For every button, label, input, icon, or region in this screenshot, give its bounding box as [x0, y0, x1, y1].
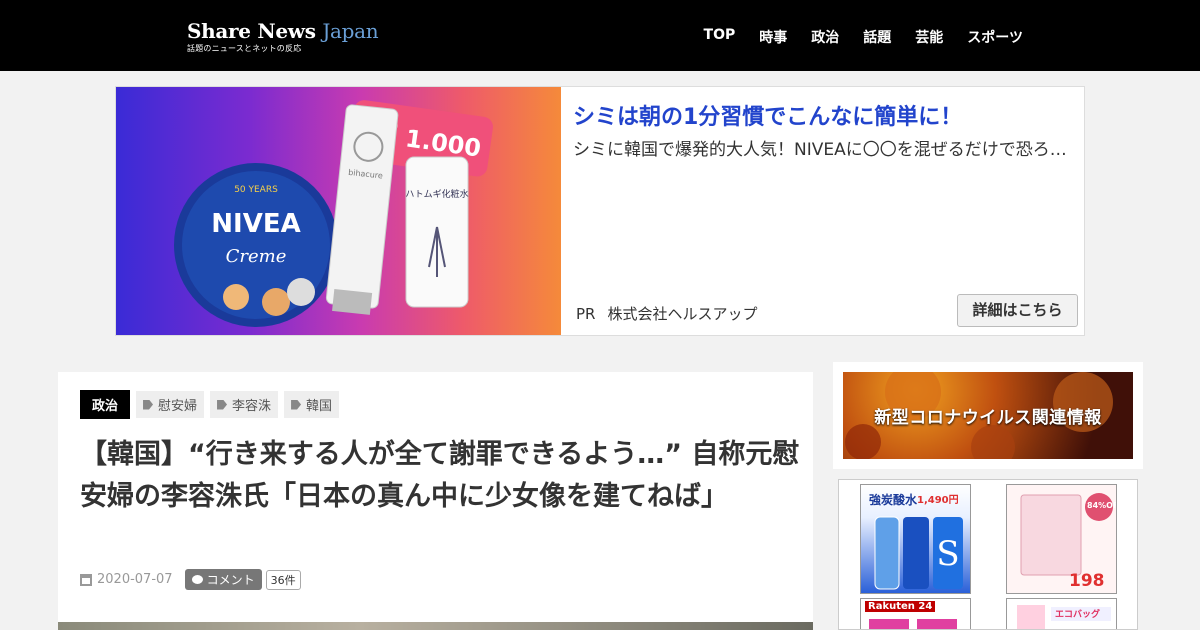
- water-bottle-icon: S: [874, 516, 963, 590]
- ad-details-button[interactable]: 詳細はこちら: [957, 294, 1078, 327]
- article-photo: [58, 622, 813, 630]
- svg-text:S: S: [936, 534, 959, 574]
- tag-icon: [143, 399, 154, 410]
- nav-entertainment[interactable]: 芸能: [915, 27, 943, 47]
- nav-current-affairs[interactable]: 時事: [759, 27, 787, 47]
- tag-item[interactable]: 李容洙: [210, 391, 279, 418]
- advertiser-name: 株式会社ヘルスアップ: [607, 305, 758, 323]
- publish-date: 2020-07-07: [97, 572, 173, 587]
- sidebar-product-ads: 強炭酸水 1,490円 S 84%OFF 198円 Rakuten 24 エコバ…: [838, 479, 1138, 630]
- logo-text: Share News Japan: [187, 19, 379, 43]
- years-label: 50 YEARS: [234, 185, 278, 195]
- nav-sports[interactable]: スポーツ: [967, 27, 1023, 47]
- comment-icon: [191, 575, 203, 584]
- category-badge[interactable]: 政治: [80, 390, 131, 419]
- creme-label: Creme: [226, 246, 287, 267]
- logo-tagline: 話題のニュースとネットの反応: [187, 44, 302, 53]
- covid-banner-text: 新型コロナウイルス関連情報: [874, 408, 1102, 428]
- article-card: 政治 慰安婦 李容洙 韓国 【韓国】“行き来する人が全て謝罪できるよう…” 自称…: [58, 372, 813, 630]
- nivea-label: NIVEA: [211, 209, 300, 239]
- ad-sponsor: PR 株式会社ヘルスアップ: [576, 303, 769, 324]
- comment-count[interactable]: 36件: [265, 569, 301, 590]
- main-nav: TOP 時事 政治 話題 芸能 スポーツ: [680, 27, 1023, 47]
- ad-eco-bag[interactable]: エコバッグ: [1006, 598, 1117, 629]
- site-logo[interactable]: Share News Japan 話題のニュースとネットの反応: [187, 19, 379, 54]
- ad-title[interactable]: シミは朝の1分習慣でこんなに簡単に！: [573, 99, 962, 131]
- calendar-icon: [80, 573, 92, 586]
- site-header: Share News Japan 話題のニュースとネットの反応 TOP 時事 政…: [0, 0, 1200, 71]
- ad-rakuten24[interactable]: Rakuten 24: [860, 598, 971, 629]
- nav-politics[interactable]: 政治: [811, 27, 839, 47]
- hatomugi-bottle: ハトムギ化粧水: [405, 156, 469, 308]
- covid-banner[interactable]: 新型コロナウイルス関連情報: [843, 372, 1133, 459]
- tag-icon: [217, 399, 228, 410]
- ad-banner[interactable]: 1.000 NIVEA Creme 50 YEARS bihacure ハトムギ…: [115, 86, 1085, 336]
- bihacure-tube: bihacure: [325, 104, 399, 315]
- covid-info-widget[interactable]: 新型コロナウイルス関連情報: [833, 362, 1143, 469]
- ad-product-illustration: 1.000 NIVEA Creme 50 YEARS bihacure ハトムギ…: [174, 100, 493, 327]
- svg-text:ハトムギ化粧水: ハトムギ化粧水: [405, 188, 468, 200]
- ad-sparkling-water[interactable]: 強炭酸水 1,490円 S: [860, 484, 971, 594]
- ad-placenta-supplement[interactable]: 84%OFF 198円: [1006, 484, 1117, 594]
- tag-item[interactable]: 慰安婦: [136, 391, 205, 418]
- nav-topics[interactable]: 話題: [863, 27, 891, 47]
- article-meta: 2020-07-07 コメント 36件: [80, 569, 301, 590]
- tag-icon: [291, 399, 302, 410]
- comment-button[interactable]: コメント: [184, 569, 262, 590]
- tag-item[interactable]: 韓国: [284, 391, 340, 418]
- ad-image[interactable]: 1.000 NIVEA Creme 50 YEARS bihacure ハトムギ…: [116, 87, 561, 335]
- article-tags: 政治 慰安婦 李容洙 韓国: [80, 390, 345, 419]
- nav-top[interactable]: TOP: [704, 27, 736, 47]
- pr-label: PR: [576, 305, 596, 323]
- product-icon: [869, 619, 957, 629]
- ad-description: シミに韓国で爆発的大人気！NIVEAに〇〇を混ぜるだけで恐ろしい効果が…: [573, 140, 1078, 160]
- article-title: 【韓国】“行き来する人が全て謝罪できるよう…” 自称元慰安婦の李容洙氏「日本の真…: [80, 439, 800, 512]
